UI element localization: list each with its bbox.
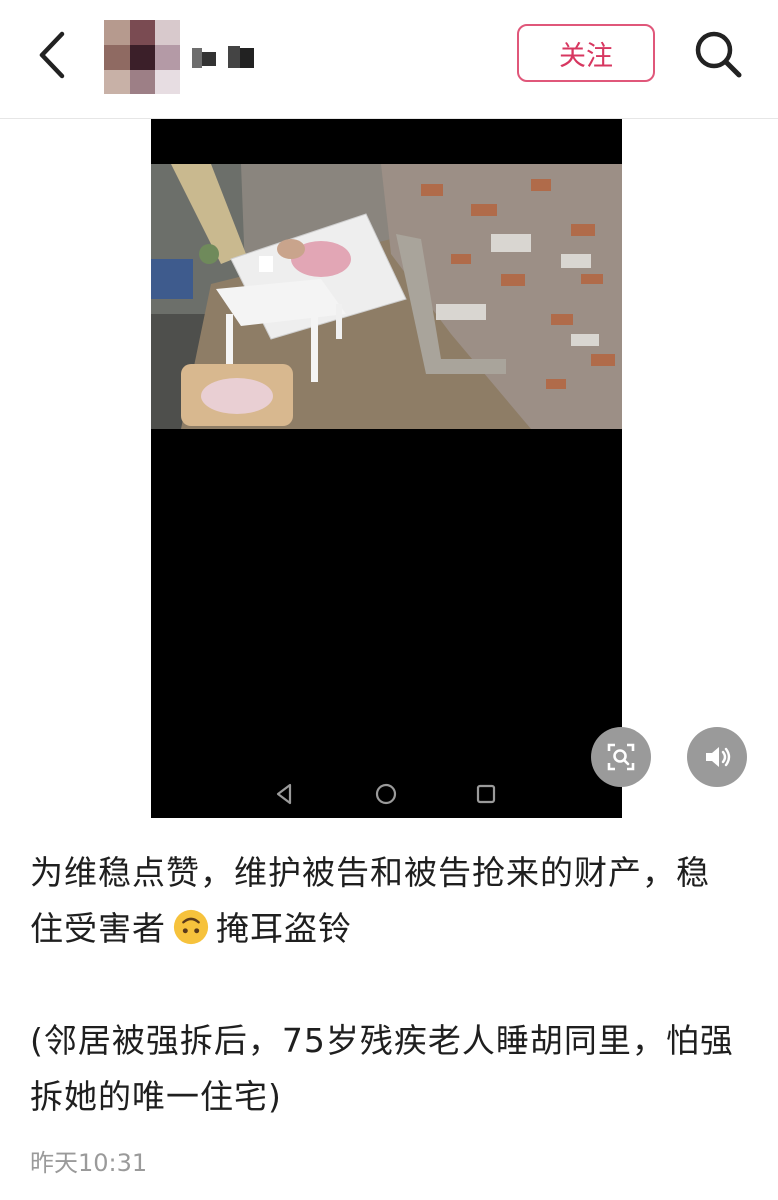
home-circle-icon: [375, 783, 397, 805]
follow-button[interactable]: 关注: [517, 24, 655, 82]
post-line-2b: 掩耳盗铃: [216, 909, 352, 948]
post-line-1: 为维稳点赞，维护被告和被告抢来的财产，稳: [30, 853, 710, 892]
nav-home-button[interactable]: [373, 781, 399, 807]
image-search-icon: [607, 743, 635, 771]
post-content: 为维稳点赞，维护被告和被告抢来的财产，稳 住受害者 掩耳盗铃 (邻居被强拆后，7…: [30, 845, 750, 1125]
video-frame-photo: [151, 164, 622, 429]
top-bar: 关注: [0, 0, 778, 119]
nav-back-button[interactable]: [272, 781, 298, 807]
post-timestamp: 昨天10:31: [30, 1149, 148, 1177]
nav-recents-button[interactable]: [473, 781, 499, 807]
volume-icon: [706, 747, 731, 767]
post-line-3: (邻居被强拆后，75岁残疾老人睡胡同里，怕强: [30, 1021, 734, 1060]
post-line-2: 住受害者 掩耳盗铃: [30, 901, 750, 957]
volume-button[interactable]: [687, 727, 747, 787]
back-triangle-icon: [276, 783, 292, 805]
avatar[interactable]: [104, 20, 180, 94]
video-player[interactable]: [151, 119, 622, 818]
search-icon: [695, 31, 742, 78]
phone-nav-bar: [151, 769, 622, 819]
upside-down-face-emoji: [173, 909, 209, 945]
chevron-left-icon: [39, 31, 65, 79]
post-line-4: 拆她的唯一住宅): [30, 1077, 282, 1116]
back-button[interactable]: [30, 28, 76, 82]
follow-label: 关注: [559, 40, 613, 72]
username-obscured[interactable]: [192, 44, 256, 70]
image-search-button[interactable]: [591, 727, 651, 787]
recents-square-icon: [476, 784, 496, 804]
post-line-2a: 住受害者: [30, 909, 166, 948]
search-button[interactable]: [692, 28, 744, 80]
